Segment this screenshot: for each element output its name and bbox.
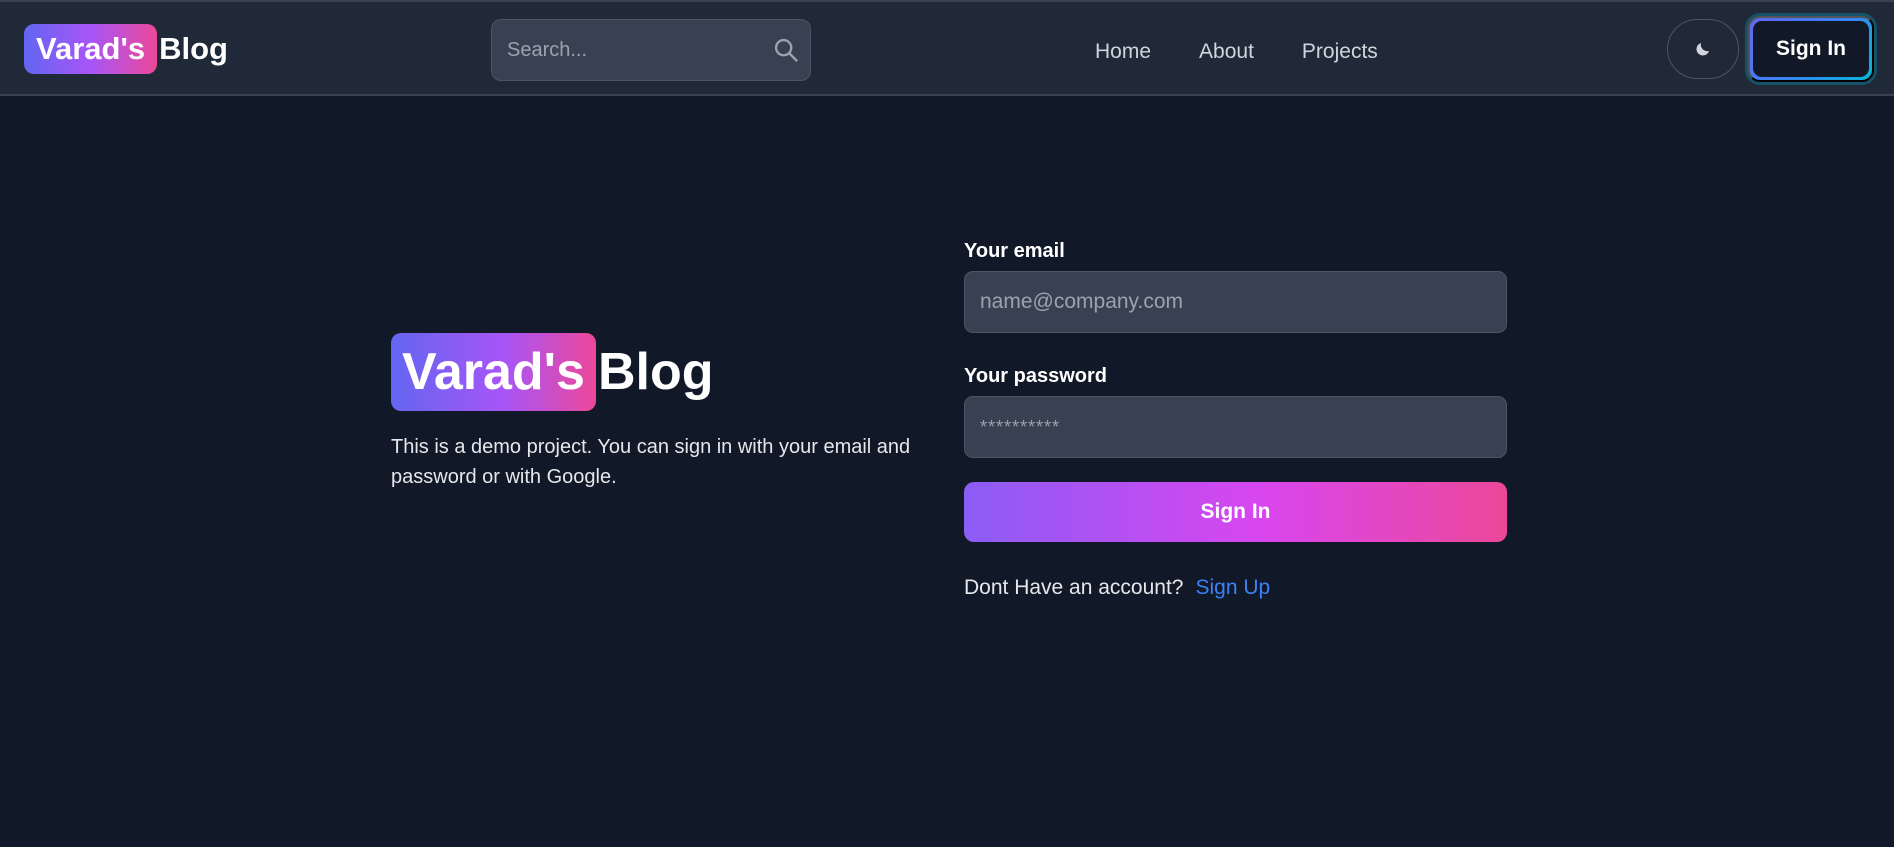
search-bar: [491, 19, 811, 81]
email-field[interactable]: [964, 271, 1507, 333]
signin-submit-button[interactable]: Sign In: [964, 482, 1507, 542]
moon-icon: [1696, 43, 1709, 56]
search-input[interactable]: [507, 38, 772, 62]
intro-text: This is a demo project. You can sign in …: [391, 436, 911, 488]
signin-form: Your email Your password Sign In Dont Ha…: [964, 240, 1507, 600]
search-icon[interactable]: [772, 36, 800, 64]
email-label: Your email: [964, 240, 1065, 262]
signup-row: Dont Have an account? Sign Up: [964, 576, 1507, 600]
password-label: Your password: [964, 365, 1107, 387]
signup-prompt: Dont Have an account?: [964, 576, 1184, 599]
signin-nav-button[interactable]: Sign In: [1748, 16, 1874, 82]
nav-link-projects[interactable]: Projects: [1302, 40, 1378, 64]
theme-toggle-button[interactable]: [1667, 19, 1739, 79]
nav-link-home[interactable]: Home: [1095, 40, 1151, 64]
navbar: Varad's Blog Home About Projects Sign In: [0, 0, 1894, 96]
password-field[interactable]: [964, 396, 1507, 458]
hero-brand[interactable]: Varad's Blog: [391, 330, 713, 414]
nav-link-about[interactable]: About: [1199, 40, 1254, 64]
nav-links: Home About Projects: [1095, 32, 1378, 72]
brand-logo[interactable]: Varad's Blog: [24, 22, 228, 76]
hero-brand-text: Blog: [597, 343, 714, 401]
hero-brand-highlight: Varad's: [391, 333, 596, 411]
signup-link[interactable]: Sign Up: [1195, 576, 1270, 600]
signin-nav-label: Sign In: [1753, 21, 1869, 77]
brand-text: Blog: [159, 31, 228, 66]
brand-highlight: Varad's: [24, 24, 158, 74]
